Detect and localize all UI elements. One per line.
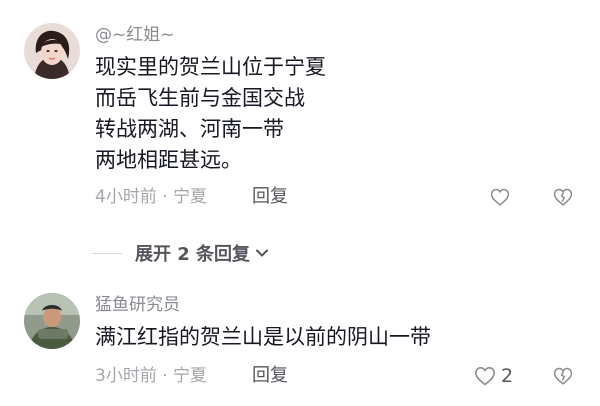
avatar[interactable] <box>24 293 80 349</box>
comment-text: 现实里的贺兰山位于宁夏 而岳飞生前与金国交战 转战两湖、河南一带 两地相距甚远。 <box>95 55 326 172</box>
reply-button[interactable]: 回复 <box>252 366 288 386</box>
comment-username[interactable]: 猛鱼研究员 <box>95 295 180 315</box>
avatar[interactable] <box>24 23 80 79</box>
dislike-button[interactable] <box>552 186 574 208</box>
like-button[interactable]: 2 <box>473 364 513 388</box>
like-count: 2 <box>501 365 514 387</box>
comment-username[interactable]: @~红姐~ <box>95 25 175 45</box>
broken-heart-icon <box>553 367 573 385</box>
expand-replies-button[interactable]: 展开 2 条回复 <box>135 240 270 266</box>
like-button[interactable] <box>489 186 511 208</box>
comment-timestamp-location: 4小时前 · 宁夏 <box>95 187 208 207</box>
dislike-button[interactable] <box>552 365 574 387</box>
heart-outline-icon <box>474 366 496 386</box>
reply-button[interactable]: 回复 <box>252 187 288 207</box>
chevron-down-icon <box>256 249 269 257</box>
expand-replies-row[interactable]: 展开 2 条回复 <box>92 240 270 266</box>
expand-replies-label: 展开 2 条回复 <box>135 244 251 265</box>
comment-timestamp-location: 3小时前 · 宁夏 <box>95 366 208 386</box>
broken-heart-icon <box>553 188 573 206</box>
comment-text: 满江红指的贺兰山是以前的阴山一带 <box>95 325 431 349</box>
heart-outline-icon <box>490 188 510 206</box>
divider <box>92 252 122 254</box>
